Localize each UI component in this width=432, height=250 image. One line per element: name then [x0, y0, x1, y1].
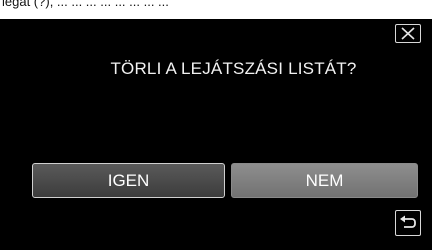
caption-text: legat (?), ... ... ... ... ... ... ... .…: [2, 0, 169, 9]
close-icon: [401, 27, 415, 40]
no-button[interactable]: NEM: [231, 163, 418, 198]
yes-button[interactable]: IGEN: [32, 163, 225, 198]
camera-screen: TÖRLI A LEJÁTSZÁSI LISTÁT? IGEN NEM: [0, 19, 432, 250]
delete-playlist-prompt: TÖRLI A LEJÁTSZÁSI LISTÁT?: [110, 59, 357, 78]
close-button[interactable]: [395, 24, 421, 43]
return-arrow-icon: [400, 215, 416, 228]
back-button[interactable]: [395, 210, 421, 236]
